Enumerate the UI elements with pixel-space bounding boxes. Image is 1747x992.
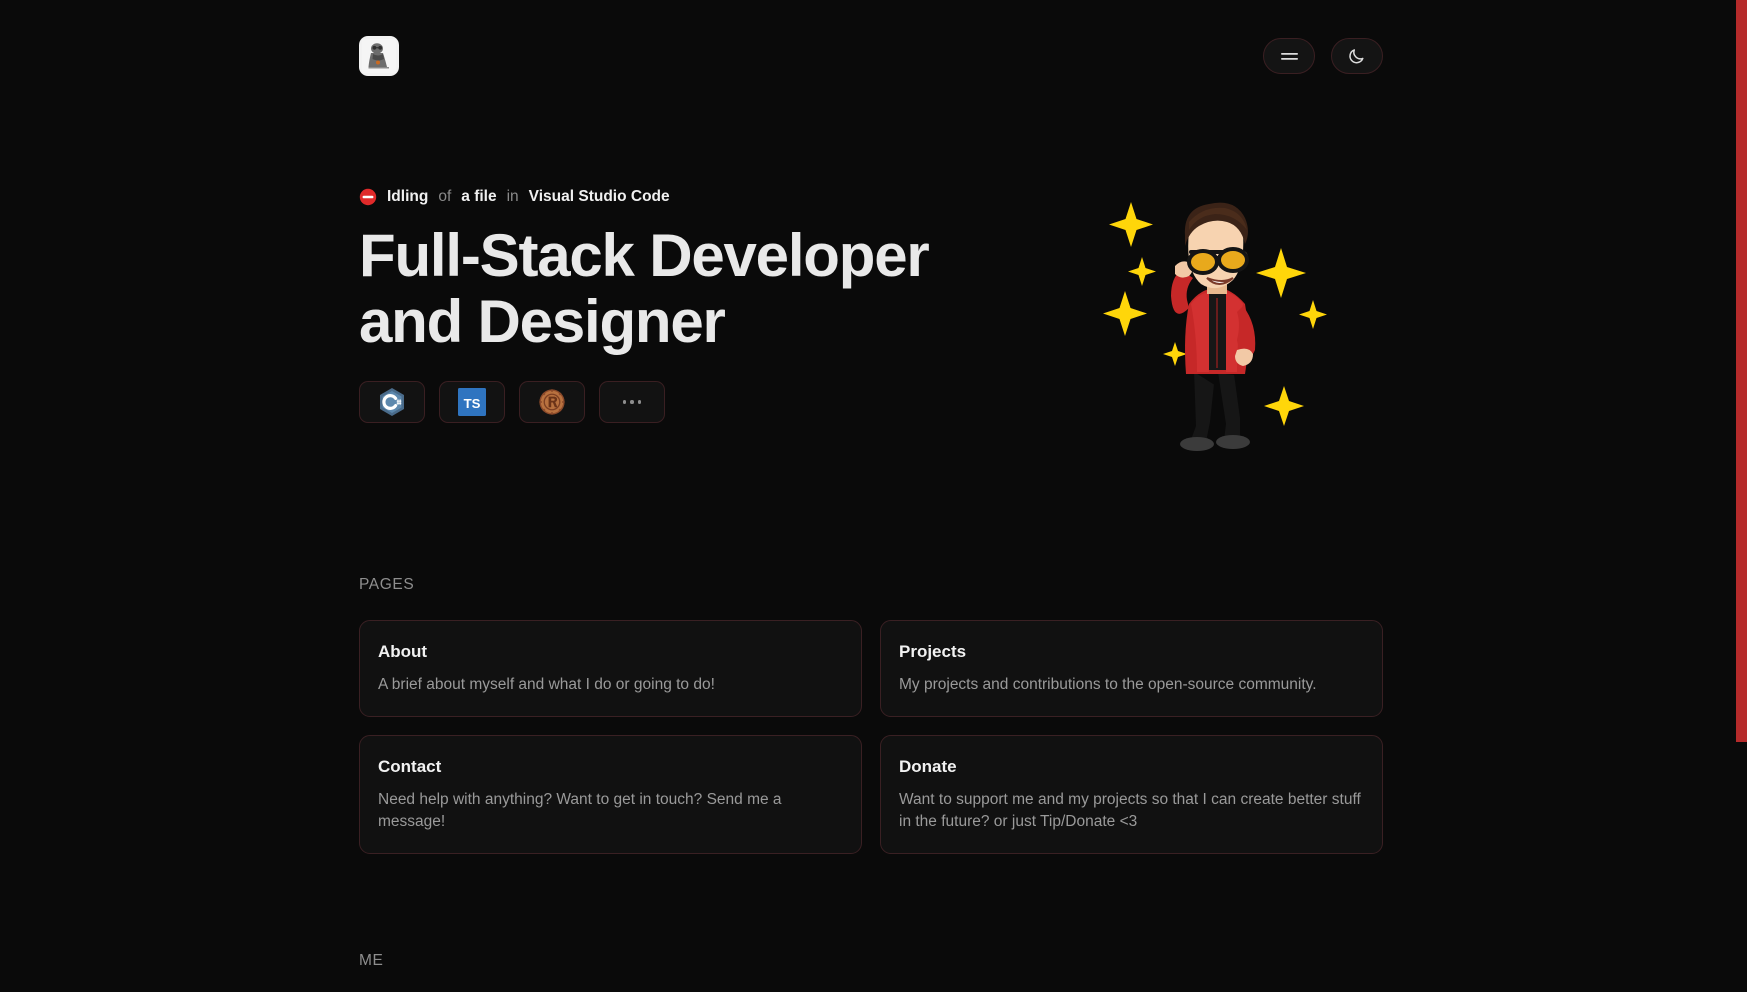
header-actions: [1263, 38, 1383, 74]
section-me: ME: [359, 952, 1383, 970]
site-logo-image: [362, 39, 396, 73]
svg-text:TS: TS: [464, 396, 481, 411]
site-logo[interactable]: [359, 36, 399, 76]
card-contact[interactable]: Contact Need help with anything? Want to…: [359, 735, 862, 854]
card-title: Projects: [899, 642, 967, 661]
site-header: [359, 0, 1383, 100]
csharp-icon: [380, 388, 404, 416]
moon-icon: [1349, 49, 1364, 64]
content-container: Idling of a file in Visual Studio Code F…: [359, 0, 1383, 992]
card-description: Want to support me and my projects so th…: [899, 791, 1361, 830]
section-label-pages: PAGES: [359, 576, 415, 593]
status-line: Idling of a file in Visual Studio Code: [359, 188, 999, 206]
card-title: Contact: [378, 757, 442, 776]
tech-chip-typescript[interactable]: TS: [439, 381, 505, 423]
tech-stack-row: TS: [359, 381, 999, 423]
status-app: Visual Studio Code: [528, 188, 670, 205]
card-projects[interactable]: Projects My projects and contributions t…: [880, 620, 1383, 717]
do-not-disturb-icon: [359, 188, 377, 206]
tech-chip-rust[interactable]: [519, 381, 585, 423]
card-about[interactable]: About A brief about myself and what I do…: [359, 620, 862, 717]
tech-chip-csharp[interactable]: [359, 381, 425, 423]
card-title: Donate: [899, 757, 957, 776]
scrollbar-track[interactable]: [1736, 0, 1747, 992]
avatar-illustration: [1103, 202, 1327, 451]
hero-left: Idling of a file in Visual Studio Code F…: [359, 182, 999, 423]
rust-icon: [539, 389, 565, 415]
card-title: About: [378, 642, 428, 661]
more-icon: [622, 400, 642, 404]
card-description: Need help with anything? Want to get in …: [378, 791, 782, 830]
section-label-me: ME: [359, 952, 384, 969]
hero-avatar: [1085, 174, 1345, 454]
status-connector-of: of: [438, 188, 452, 205]
typescript-icon: TS: [458, 388, 486, 416]
hero-section: Idling of a file in Visual Studio Code F…: [359, 182, 1383, 492]
status-connector-in: in: [506, 188, 519, 205]
menu-button[interactable]: [1263, 38, 1315, 74]
card-description: My projects and contributions to the ope…: [899, 676, 1317, 693]
page-root: Idling of a file in Visual Studio Code F…: [0, 0, 1747, 992]
theme-toggle-button[interactable]: [1331, 38, 1383, 74]
pages-card-grid: About A brief about myself and what I do…: [359, 620, 1383, 854]
section-pages: PAGES About A brief about myself and wha…: [359, 576, 1383, 854]
page-title: Full-Stack Developer and Designer: [359, 222, 930, 355]
scrollbar-thumb[interactable]: [1736, 0, 1747, 742]
status-activity: Idling: [387, 188, 429, 205]
card-donate[interactable]: Donate Want to support me and my project…: [880, 735, 1383, 854]
card-description: A brief about myself and what I do or go…: [378, 676, 715, 693]
tech-chip-more[interactable]: [599, 381, 665, 423]
hamburger-menu-icon: [1280, 53, 1298, 60]
status-target: a file: [461, 188, 497, 205]
